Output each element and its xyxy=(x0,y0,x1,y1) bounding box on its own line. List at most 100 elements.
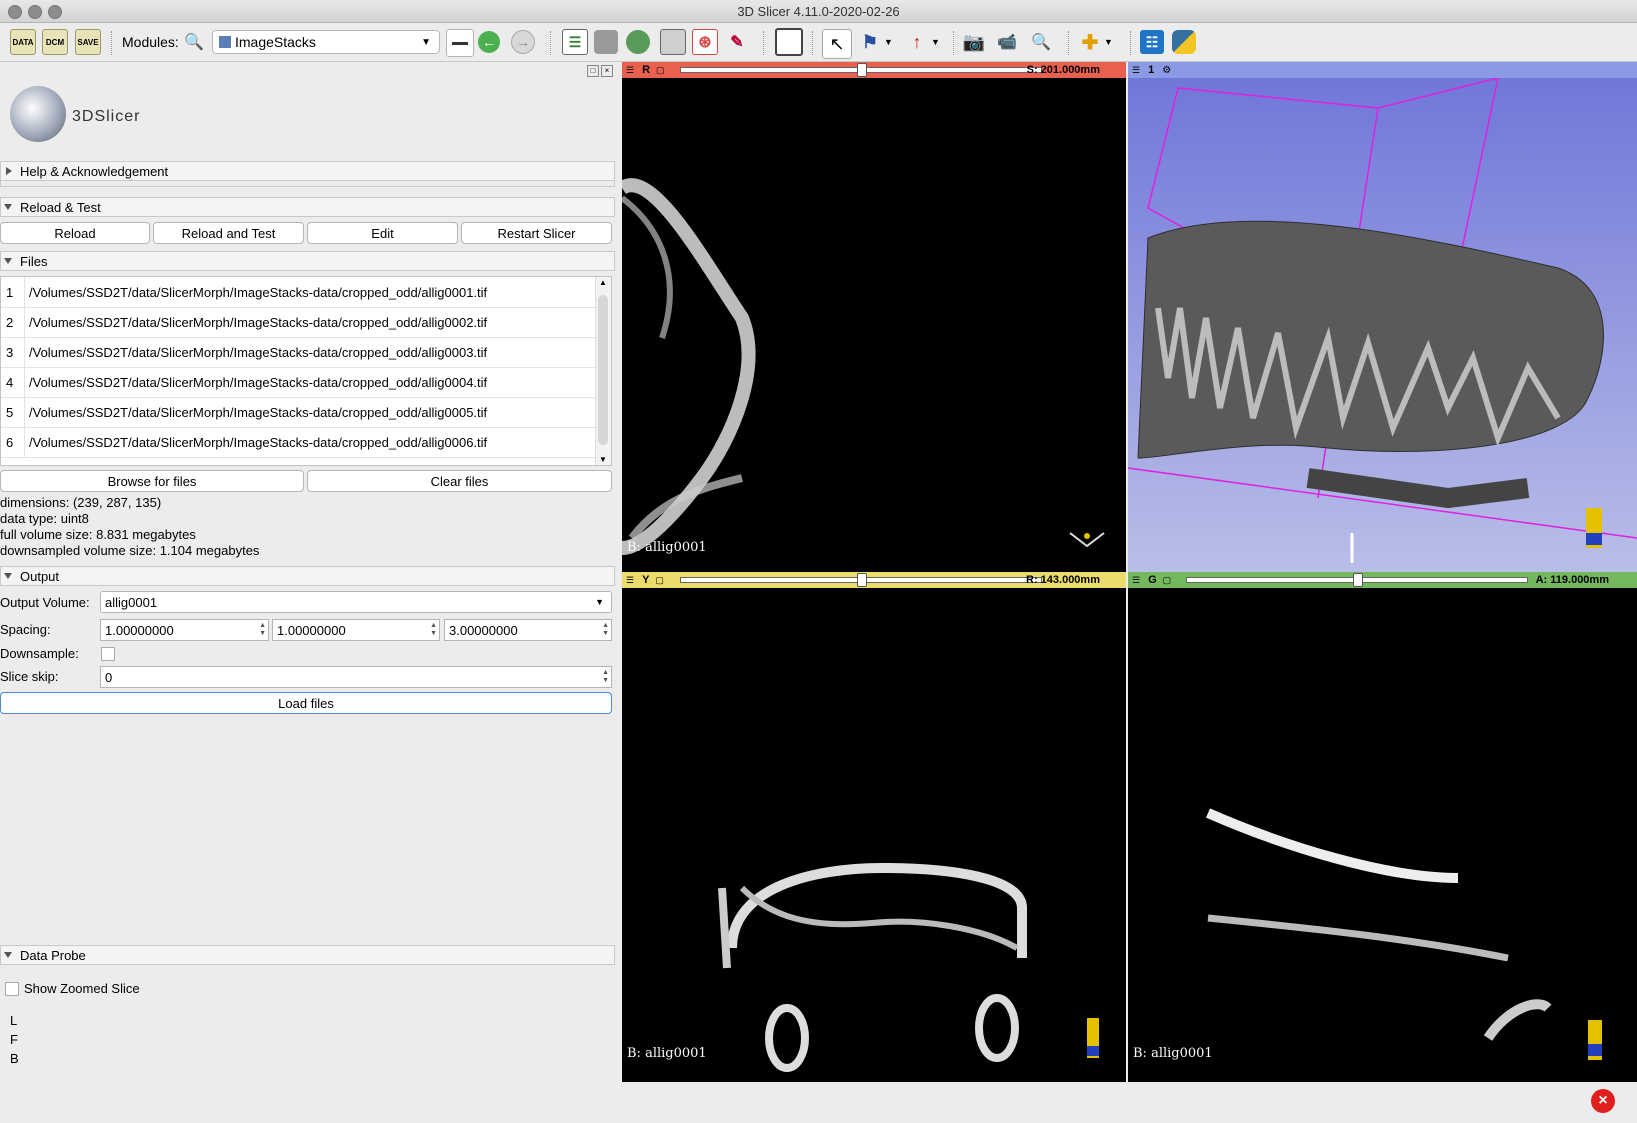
yellow-offset-value: R: 143.000mm xyxy=(1026,574,1100,586)
spacing-z-input[interactable]: 3.00000000 ▲ ▼ xyxy=(444,619,612,641)
edit-button[interactable]: Edit xyxy=(307,222,458,244)
file-row[interactable]: 3/Volumes/SSD2T/data/SlicerMorph/ImageSt… xyxy=(1,337,597,368)
show-zoomed-checkbox[interactable] xyxy=(5,982,19,996)
brush-icon: ✎ xyxy=(730,34,744,51)
markups-module-button[interactable]: ⊛ xyxy=(692,29,718,55)
arrow-right-icon: → xyxy=(511,30,535,54)
spacing-label: Spacing: xyxy=(0,622,51,637)
slider-knob[interactable] xyxy=(1353,573,1363,587)
collapse-icon xyxy=(4,204,12,210)
load-data-button[interactable]: DATA xyxy=(10,29,36,55)
output-volume-selector[interactable]: allig0001 ▼ xyxy=(100,591,612,613)
threed-view[interactable] xyxy=(1128,78,1637,572)
camera-search-icon: 🔍 xyxy=(1031,34,1051,51)
load-files-button[interactable]: Load files xyxy=(0,692,612,714)
slider-knob[interactable] xyxy=(857,63,867,77)
files-scrollbar[interactable]: ▲ ▼ xyxy=(595,277,611,465)
spin-arrows-icon[interactable]: ▲ ▼ xyxy=(259,622,266,638)
module-selector[interactable]: ImageStacks ▼ xyxy=(212,30,440,54)
reload-button[interactable]: Reload xyxy=(0,222,150,244)
pin-icon[interactable]: ☰ xyxy=(626,575,634,586)
pin-icon[interactable]: ☰ xyxy=(1132,65,1140,76)
restart-slicer-button[interactable]: Restart Slicer xyxy=(461,222,612,244)
scene-view-restore-button[interactable]: 🔍 xyxy=(1029,29,1053,55)
probe-L: L xyxy=(10,1013,18,1028)
pin-icon[interactable]: ☰ xyxy=(626,65,634,76)
section-reload[interactable]: Reload & Test xyxy=(0,197,615,217)
load-dicom-button[interactable]: DCM xyxy=(42,29,68,55)
file-row[interactable]: 4/Volumes/SSD2T/data/SlicerMorph/ImageSt… xyxy=(1,367,597,398)
spacing-z-value: 3.00000000 xyxy=(449,622,518,638)
red-slice-view[interactable]: B: allig0001 xyxy=(622,78,1126,572)
section-output-label: Output xyxy=(20,568,60,584)
module-search-icon[interactable]: 🔍 xyxy=(184,29,204,55)
gear-icon[interactable]: ⚙ xyxy=(1162,65,1171,76)
link-icon[interactable]: ▢ xyxy=(1163,575,1172,586)
red-offset-slider[interactable] xyxy=(680,63,1042,77)
select-mode-button[interactable]: ↖ xyxy=(822,29,852,59)
python-console-button[interactable] xyxy=(1172,29,1196,55)
forward-button[interactable]: → xyxy=(511,29,535,55)
yellow-slice-view[interactable]: B: allig0001 xyxy=(622,588,1126,1082)
extension-icon: ☷ xyxy=(1140,30,1164,54)
close-panel-icon[interactable]: × xyxy=(601,65,613,77)
extension-manager-button[interactable]: ☷ xyxy=(1140,29,1164,55)
reload-and-test-button[interactable]: Reload and Test xyxy=(153,222,304,244)
volumes-module-button[interactable] xyxy=(594,29,618,55)
undock-icon[interactable]: □ xyxy=(587,65,599,77)
caret-down-icon: ▼ xyxy=(931,37,940,47)
clear-files-button[interactable]: Clear files xyxy=(307,470,612,492)
section-help-label: Help & Acknowledgement xyxy=(20,163,169,179)
section-files[interactable]: Files xyxy=(0,251,615,271)
yellow-offset-slider[interactable] xyxy=(680,573,1042,587)
transforms-module-button[interactable] xyxy=(660,29,686,55)
scrollbar-thumb[interactable] xyxy=(598,295,608,445)
pin-icon: ⚑ xyxy=(861,31,879,52)
spin-arrows-icon[interactable]: ▲ ▼ xyxy=(430,622,437,638)
section-data-probe[interactable]: Data Probe xyxy=(0,945,615,965)
scroll-up-icon[interactable]: ▲ xyxy=(599,278,607,287)
camera-icon: 📷 xyxy=(962,31,986,52)
module-icon xyxy=(219,36,231,48)
slider-knob[interactable] xyxy=(857,573,867,587)
save-icon: SAVE xyxy=(75,29,101,55)
file-row[interactable]: 5/Volumes/SSD2T/data/SlicerMorph/ImageSt… xyxy=(1,397,597,428)
spin-arrows-icon[interactable]: ▲ ▼ xyxy=(602,622,609,638)
spacing-x-input[interactable]: 1.00000000 ▲ ▼ xyxy=(100,619,269,641)
files-table[interactable]: 1/Volumes/SSD2T/data/SlicerMorph/ImageSt… xyxy=(0,276,612,466)
layout-button[interactable] xyxy=(775,28,803,56)
crosshair-button[interactable]: ✚ ▼ xyxy=(1078,29,1113,55)
link-icon[interactable]: ▢ xyxy=(655,575,664,586)
downsample-checkbox[interactable] xyxy=(101,647,115,661)
module-history-button[interactable] xyxy=(446,29,474,57)
green-slice-view[interactable]: B: allig0001 xyxy=(1128,588,1637,1082)
chevron-down-icon: ▼ xyxy=(595,597,604,607)
collapse-icon xyxy=(4,952,12,958)
section-help[interactable]: Help & Acknowledgement xyxy=(0,161,615,181)
file-row[interactable]: 1/Volumes/SSD2T/data/SlicerMorph/ImageSt… xyxy=(1,277,597,308)
segment-editor-button[interactable]: ✎ xyxy=(725,29,749,55)
place-mode-button[interactable]: ⚑ ▼ xyxy=(858,29,893,55)
save-button[interactable]: SAVE xyxy=(75,29,101,55)
file-row[interactable]: 6/Volumes/SSD2T/data/SlicerMorph/ImageSt… xyxy=(1,427,597,458)
models-module-button[interactable] xyxy=(626,29,650,55)
scroll-down-icon[interactable]: ▼ xyxy=(599,455,607,464)
spin-arrows-icon[interactable]: ▲ ▼ xyxy=(602,669,609,685)
caret-down-icon: ▼ xyxy=(1104,37,1113,47)
back-button[interactable]: ← xyxy=(478,29,500,55)
file-row[interactable]: 2/Volumes/SSD2T/data/SlicerMorph/ImageSt… xyxy=(1,307,597,338)
browse-files-button[interactable]: Browse for files xyxy=(0,470,304,492)
data-module-button[interactable]: ☰ xyxy=(562,29,588,55)
arrow-left-icon: ← xyxy=(478,31,500,53)
slice-skip-input[interactable]: 0 ▲ ▼ xyxy=(100,666,612,688)
screenshot-button[interactable]: 📷 xyxy=(962,29,986,55)
scene-view-button[interactable]: 📹 xyxy=(995,29,1019,55)
green-offset-slider[interactable] xyxy=(1186,573,1528,587)
fiducial-place-button[interactable]: ↑ ▼ xyxy=(905,29,940,55)
spacing-y-input[interactable]: 1.00000000 ▲ ▼ xyxy=(272,619,440,641)
section-output[interactable]: Output xyxy=(0,566,615,586)
file-row-number: 5 xyxy=(1,397,25,427)
error-log-icon[interactable]: × xyxy=(1591,1089,1615,1113)
link-icon[interactable]: ▢ xyxy=(656,65,665,76)
pin-icon[interactable]: ☰ xyxy=(1132,575,1140,586)
